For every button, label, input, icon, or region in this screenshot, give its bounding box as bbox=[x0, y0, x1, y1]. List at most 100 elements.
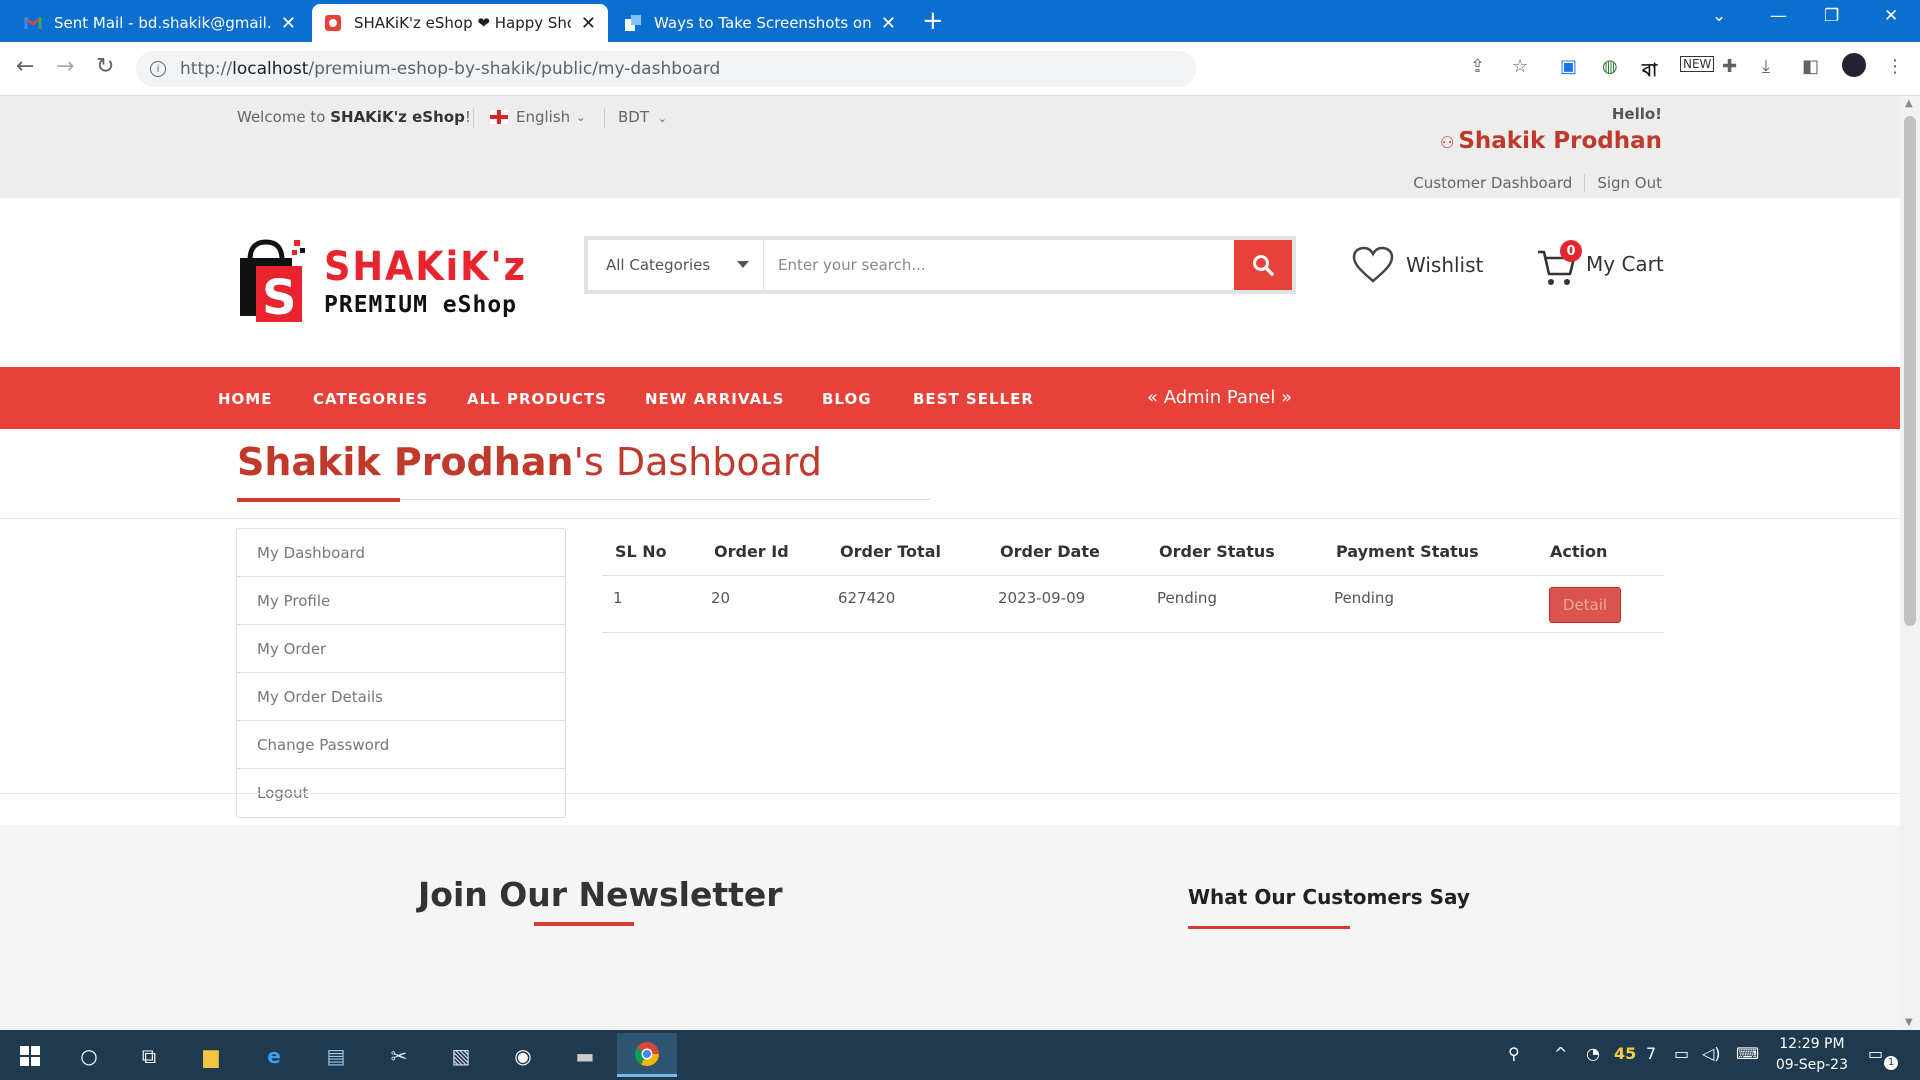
category-select[interactable]: All Categories bbox=[588, 240, 764, 290]
close-tab-icon[interactable]: ✕ bbox=[281, 13, 296, 34]
paint-icon[interactable]: ▧ bbox=[447, 1042, 475, 1070]
save-extension-icon[interactable]: ▣ bbox=[1560, 56, 1577, 77]
search-input[interactable]: Enter your search... bbox=[764, 240, 1234, 290]
forward-icon[interactable]: → bbox=[56, 54, 74, 79]
windows-taskbar: ○ ⧉ ▆ e ▤ ✂ ▧ ◉ ▬ ⚲ ^ ◔ 45 7 ▭ ◁) ⌨ 12:2… bbox=[0, 1030, 1920, 1080]
tab-title: Sent Mail - bd.shakik@gmail.com bbox=[54, 14, 271, 32]
file-explorer-icon[interactable]: ▆ bbox=[197, 1042, 225, 1070]
chevron-down-icon: ⌄ bbox=[657, 112, 668, 125]
action-center-icon[interactable]: ▭ bbox=[1868, 1044, 1883, 1063]
news-extension-icon[interactable]: NEW bbox=[1680, 56, 1715, 72]
people-icon[interactable]: ⚲ bbox=[1508, 1044, 1520, 1063]
terminal-icon[interactable]: ▬ bbox=[571, 1042, 599, 1070]
snipping-tool-icon[interactable]: ✂ bbox=[385, 1042, 413, 1070]
share-icon[interactable]: ⇪ bbox=[1470, 56, 1485, 77]
language-selector[interactable]: English ⌄ bbox=[490, 108, 585, 126]
info-icon[interactable]: i bbox=[150, 61, 166, 77]
language-label: English bbox=[516, 108, 571, 126]
back-icon[interactable]: ← bbox=[16, 54, 34, 79]
search-button[interactable] bbox=[1234, 240, 1292, 290]
extensions-puzzle-icon[interactable]: ✚ bbox=[1722, 56, 1737, 77]
page-scrollbar[interactable]: ▲ ▼ bbox=[1900, 96, 1920, 1030]
nav-all-products[interactable]: ALL PRODUCTS bbox=[467, 390, 607, 408]
nav-blog[interactable]: BLOG bbox=[822, 390, 872, 408]
col-order-id: Order Id bbox=[714, 542, 789, 561]
detail-button[interactable]: Detail bbox=[1549, 587, 1621, 623]
temperature-readout[interactable]: 45 bbox=[1614, 1044, 1636, 1063]
whatsapp-icon[interactable]: ◉ bbox=[509, 1042, 537, 1070]
menu-kebab-icon[interactable]: ⋮ bbox=[1886, 56, 1904, 77]
cell-sl: 1 bbox=[613, 589, 623, 607]
page-title-suffix: 's Dashboard bbox=[573, 440, 822, 484]
tab-screenshots[interactable]: Ways to Take Screenshots on Windows ✕ bbox=[612, 4, 908, 42]
header-username[interactable]: ⚇ Shakik Prodhan bbox=[1440, 128, 1662, 154]
side-panel-icon[interactable]: ◧ bbox=[1802, 56, 1819, 77]
tab-gmail[interactable]: Sent Mail - bd.shakik@gmail.com ✕ bbox=[12, 4, 308, 42]
globe-extension-icon[interactable]: ◍ bbox=[1602, 56, 1618, 77]
welcome-brand: SHAKiK'z eShop bbox=[330, 108, 465, 126]
new-tab-button[interactable]: + bbox=[922, 6, 944, 36]
scroll-up-icon[interactable]: ▲ bbox=[1905, 98, 1913, 109]
nav-home[interactable]: HOME bbox=[218, 390, 272, 408]
admin-panel-link[interactable]: « Admin Panel » bbox=[1147, 387, 1292, 408]
orders-table: SL No Order Id Order Total Order Date Or… bbox=[602, 528, 1664, 633]
newsletter-section bbox=[0, 825, 1900, 1030]
show-hidden-icons-icon[interactable]: ^ bbox=[1554, 1044, 1567, 1063]
system-clock[interactable]: 12:29 PM 09-Sep-23 bbox=[1776, 1034, 1848, 1076]
menu-my-profile[interactable]: My Profile bbox=[237, 577, 565, 625]
menu-change-password[interactable]: Change Password bbox=[237, 721, 565, 769]
tab-eshop[interactable]: SHAKiK'z eShop ❤ Happy Shopping ✕ bbox=[312, 4, 608, 42]
close-window-icon[interactable]: ✕ bbox=[1884, 6, 1898, 26]
cell-payment: Pending bbox=[1334, 589, 1394, 607]
site-logo[interactable]: S SHAKiK'z PREMIUM eShop bbox=[236, 236, 536, 326]
profile-avatar[interactable] bbox=[1842, 53, 1866, 77]
keyboard-icon[interactable]: ⌨ bbox=[1736, 1044, 1759, 1063]
url-path: /premium-eshop-by-shakik/public/my-dashb… bbox=[308, 59, 721, 79]
bookmark-star-icon[interactable]: ☆ bbox=[1512, 56, 1528, 77]
svg-text:S: S bbox=[262, 270, 297, 324]
url-field[interactable]: i http://localhost/premium-eshop-by-shak… bbox=[136, 51, 1196, 87]
restore-icon[interactable]: ❐ bbox=[1824, 6, 1839, 26]
edge-browser-icon[interactable]: e bbox=[260, 1042, 288, 1070]
control-panel-icon[interactable]: ▤ bbox=[322, 1042, 350, 1070]
menu-my-dashboard[interactable]: My Dashboard bbox=[237, 529, 565, 577]
sign-out-link[interactable]: Sign Out bbox=[1584, 174, 1662, 192]
nav-best-seller[interactable]: BEST SELLER bbox=[913, 390, 1034, 408]
cortana-search-icon[interactable]: ○ bbox=[75, 1042, 103, 1070]
currency-selector[interactable]: BDT ⌄ bbox=[618, 108, 667, 126]
url-prefix: http:// bbox=[180, 59, 233, 79]
nav-new-arrivals[interactable]: NEW ARRIVALS bbox=[645, 390, 784, 408]
newsletter-underline bbox=[534, 922, 634, 926]
cart-link[interactable]: 0 My Cart bbox=[1536, 240, 1664, 288]
shopping-bag-logo-icon: S bbox=[240, 239, 305, 324]
tab-search-icon[interactable]: ⌄ bbox=[1712, 6, 1726, 26]
minimize-icon[interactable]: — bbox=[1770, 6, 1787, 26]
scroll-down-icon[interactable]: ▼ bbox=[1905, 1017, 1913, 1028]
close-tab-icon[interactable]: ✕ bbox=[881, 13, 896, 34]
cell-date: 2023-09-09 bbox=[998, 589, 1086, 607]
col-order-status: Order Status bbox=[1159, 542, 1275, 561]
wishlist-link[interactable]: Wishlist bbox=[1352, 246, 1483, 284]
reload-icon[interactable]: ↻ bbox=[96, 54, 114, 79]
chevron-down-icon: ⌄ bbox=[576, 110, 586, 124]
close-tab-icon[interactable]: ✕ bbox=[581, 13, 596, 34]
bangla-extension-icon[interactable]: বা bbox=[1642, 56, 1657, 87]
windows-start-icon[interactable] bbox=[16, 1042, 44, 1070]
notification-count[interactable]: 7 bbox=[1646, 1044, 1656, 1063]
menu-my-order[interactable]: My Order bbox=[237, 625, 565, 673]
nav-categories[interactable]: CATEGORIES bbox=[313, 390, 428, 408]
task-view-icon[interactable]: ⧉ bbox=[135, 1042, 163, 1070]
account-links: Customer Dashboard Sign Out bbox=[1401, 174, 1662, 192]
chrome-taskbar-icon[interactable] bbox=[617, 1033, 677, 1077]
download-icon[interactable]: ⤓ bbox=[1762, 56, 1770, 77]
customer-dashboard-link[interactable]: Customer Dashboard bbox=[1401, 174, 1584, 192]
main-navigation: HOME CATEGORIES ALL PRODUCTS NEW ARRIVAL… bbox=[0, 367, 1900, 429]
volume-icon[interactable]: ◁) bbox=[1702, 1044, 1721, 1063]
menu-my-order-details[interactable]: My Order Details bbox=[237, 673, 565, 721]
scrollbar-thumb[interactable] bbox=[1904, 116, 1916, 626]
shop-icon bbox=[324, 14, 342, 32]
wifi-icon[interactable]: ◔ bbox=[1586, 1044, 1600, 1063]
battery-icon[interactable]: ▭ bbox=[1674, 1044, 1689, 1063]
footer-divider bbox=[0, 793, 1900, 794]
cart-label: My Cart bbox=[1586, 252, 1664, 276]
